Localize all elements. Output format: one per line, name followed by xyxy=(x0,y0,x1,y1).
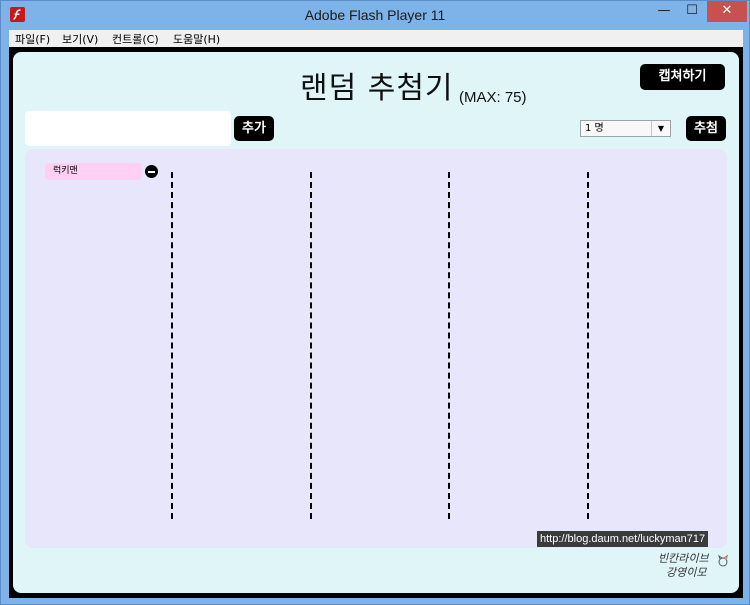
chevron-down-icon[interactable]: ▼ xyxy=(651,121,670,136)
title-bar[interactable]: Adobe Flash Player 11 — ☐ ✕ xyxy=(1,1,749,30)
entries-panel: 럭키맨 xyxy=(25,149,727,548)
max-label: (MAX: 75) xyxy=(459,89,527,106)
count-select-value: 1 명 xyxy=(585,123,604,134)
menu-file[interactable]: 파일(F) xyxy=(15,31,50,47)
window-title: Adobe Flash Player 11 xyxy=(304,7,446,23)
minimize-button[interactable]: — xyxy=(651,1,677,22)
remove-entry-icon[interactable] xyxy=(145,165,158,178)
menu-bar: 파일(F) 보기(V) 컨트롤(C) 도움말(H) xyxy=(9,30,743,47)
menu-view[interactable]: 보기(V) xyxy=(62,31,98,47)
add-button[interactable]: 추가 xyxy=(234,116,274,141)
draw-button[interactable]: 추첨 xyxy=(686,116,726,141)
name-input[interactable] xyxy=(25,111,231,146)
app-window: Adobe Flash Player 11 — ☐ ✕ 파일(F) 보기(V) … xyxy=(0,0,750,605)
logo-line-2: 강영이모 xyxy=(666,566,707,579)
count-select[interactable]: 1 명 ▼ xyxy=(580,120,671,137)
menu-control[interactable]: 컨트롤(C) xyxy=(112,31,159,47)
column-divider xyxy=(448,172,450,519)
menu-help[interactable]: 도움말(H) xyxy=(173,31,220,47)
page-title: 랜덤 추첨기 xyxy=(300,71,454,106)
capture-button[interactable]: 캡쳐하기 xyxy=(640,64,725,90)
cat-doodle-icon xyxy=(718,554,728,567)
column-divider xyxy=(171,172,173,519)
watermark-url: http://blog.daum.net/luckyman717 xyxy=(537,531,709,547)
close-button[interactable]: ✕ xyxy=(707,1,747,22)
blog-logo: 빈칸라이브 강영이모 xyxy=(658,552,730,588)
flash-stage: 랜덤 추첨기 (MAX: 75) 캡쳐하기 추가 1 명 ▼ 추첨 럭키맨 ht… xyxy=(13,52,739,593)
entry-chip: 럭키맨 xyxy=(45,163,142,180)
maximize-button[interactable]: ☐ xyxy=(679,1,705,22)
column-divider xyxy=(587,172,589,519)
column-divider xyxy=(310,172,312,519)
